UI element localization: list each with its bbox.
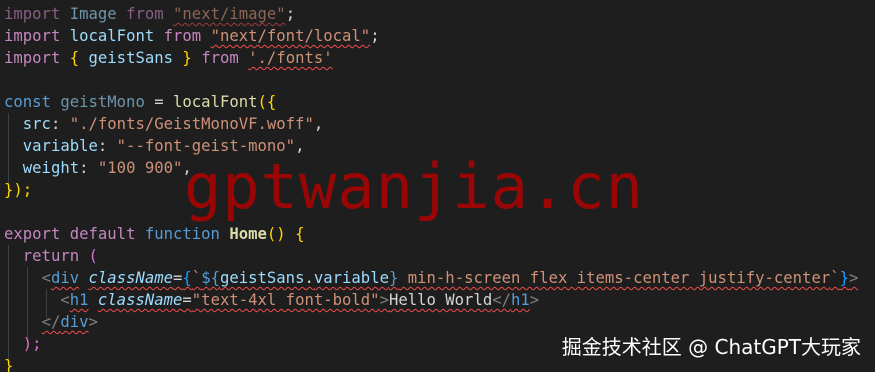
identifier: localFont — [69, 27, 155, 45]
template-tick: ` — [191, 269, 202, 287]
identifier: geistSans — [88, 49, 174, 67]
code-line-6[interactable]: src: "./fonts/GeistMonoVF.woff", — [4, 113, 875, 135]
code-line-5[interactable]: const geistMono = localFont({ — [4, 91, 875, 113]
string-value: "./fonts/GeistMonoVF.woff" — [69, 115, 314, 133]
property-key: weight — [22, 159, 80, 177]
code-line-15[interactable]: </div> — [4, 311, 875, 333]
angle-bracket: < — [41, 269, 51, 287]
angle-bracket: > — [379, 291, 389, 309]
punctuation: . — [304, 269, 314, 287]
angle-bracket: </ — [492, 291, 512, 309]
code-lines: import Image from "next/image"; import l… — [4, 3, 875, 372]
angle-bracket: < — [60, 291, 70, 309]
keyword: default — [69, 225, 136, 243]
brace: ({ — [257, 93, 277, 111]
keyword: const — [4, 93, 51, 111]
operator: = — [182, 291, 192, 309]
function-name: Home — [229, 225, 267, 243]
code-line-10[interactable] — [4, 201, 875, 223]
code-line-2[interactable]: import localFont from "next/font/local"; — [4, 25, 875, 47]
keyword: import — [4, 27, 61, 45]
code-line-17[interactable]: } — [4, 355, 875, 372]
code-line-1[interactable]: import Image from "next/image"; — [4, 3, 875, 25]
code-line-14[interactable]: <h1 className="text-4xl font-bold">Hello… — [4, 289, 875, 311]
code-line-3[interactable]: import { geistSans } from './fonts' — [4, 47, 875, 69]
punctuation: ; — [370, 27, 380, 45]
string-value: "--font-geist-mono" — [116, 137, 296, 155]
keyword: import — [4, 5, 61, 23]
brace: } — [4, 357, 14, 372]
code-line-4[interactable] — [4, 69, 875, 91]
code-line-12[interactable]: return ( — [4, 245, 875, 267]
angle-bracket: </ — [41, 313, 61, 331]
brace: { — [295, 225, 305, 243]
operator: = — [154, 93, 164, 111]
function-name: localFont — [173, 93, 258, 111]
operator: = — [173, 269, 183, 287]
class-string: min-h-screen flex items-center justify-c… — [398, 269, 831, 287]
code-line-13[interactable]: <div className={`${geistSans.variable} m… — [4, 267, 875, 289]
jsx-tag: h1 — [511, 291, 530, 309]
jsx-attribute: className — [97, 291, 183, 309]
jsx-attribute: className — [88, 269, 174, 287]
interpolation: ${ — [201, 269, 220, 287]
code-line-7[interactable]: variable: "--font-geist-mono", — [4, 135, 875, 157]
identifier: geistMono — [60, 93, 145, 111]
keyword: function — [144, 225, 220, 243]
interpolation: } — [388, 269, 399, 287]
code-line-8[interactable]: weight: "100 900", — [4, 157, 875, 179]
angle-bracket: > — [88, 313, 98, 331]
code-line-9[interactable]: }); — [4, 179, 875, 201]
punctuation: : — [50, 115, 61, 133]
property-key: variable — [22, 137, 98, 155]
module-string: "next/image" — [173, 5, 286, 23]
angle-bracket: > — [529, 291, 540, 309]
code-line-11[interactable]: export default function Home() { — [4, 223, 875, 245]
punctuation: , — [295, 137, 305, 155]
module-string: './fonts' — [248, 49, 333, 67]
punctuation: : — [79, 159, 89, 177]
keyword: return — [22, 247, 80, 265]
punctuation: , — [182, 159, 192, 177]
jsx-tag: div — [50, 269, 80, 287]
brace: }); — [4, 181, 33, 199]
brace: } — [839, 269, 849, 287]
class-string: "text-4xl font-bold" — [191, 291, 380, 309]
template-tick: ` — [830, 269, 840, 287]
punctuation: : — [97, 137, 108, 155]
keyword: export — [4, 225, 61, 243]
punctuation: , — [313, 115, 324, 133]
brace: { — [69, 49, 80, 67]
code-line-16[interactable]: ); — [4, 333, 875, 355]
brace: { — [182, 269, 192, 287]
jsx-tag: div — [60, 313, 89, 331]
module-string: "next/font/local" — [210, 27, 371, 45]
property: variable — [313, 269, 389, 287]
identifier: geistSans — [219, 269, 305, 287]
angle-bracket: > — [849, 269, 859, 287]
paren: ( — [88, 247, 98, 265]
identifier: Image — [69, 5, 117, 23]
brace: } — [182, 49, 192, 67]
code-editor[interactable]: import Image from "next/image"; import l… — [0, 0, 875, 372]
keyword: import — [4, 49, 61, 67]
punctuation: ; — [285, 5, 296, 23]
keyword: from — [201, 49, 239, 67]
keyword: from — [163, 27, 202, 45]
paren: ); — [22, 335, 42, 353]
jsx-tag: h1 — [69, 291, 89, 309]
parens: () — [266, 225, 286, 243]
string-value: "100 900" — [97, 159, 183, 177]
jsx-text: Hello World — [388, 291, 493, 309]
property-key: src — [22, 115, 51, 133]
keyword: from — [126, 5, 164, 23]
